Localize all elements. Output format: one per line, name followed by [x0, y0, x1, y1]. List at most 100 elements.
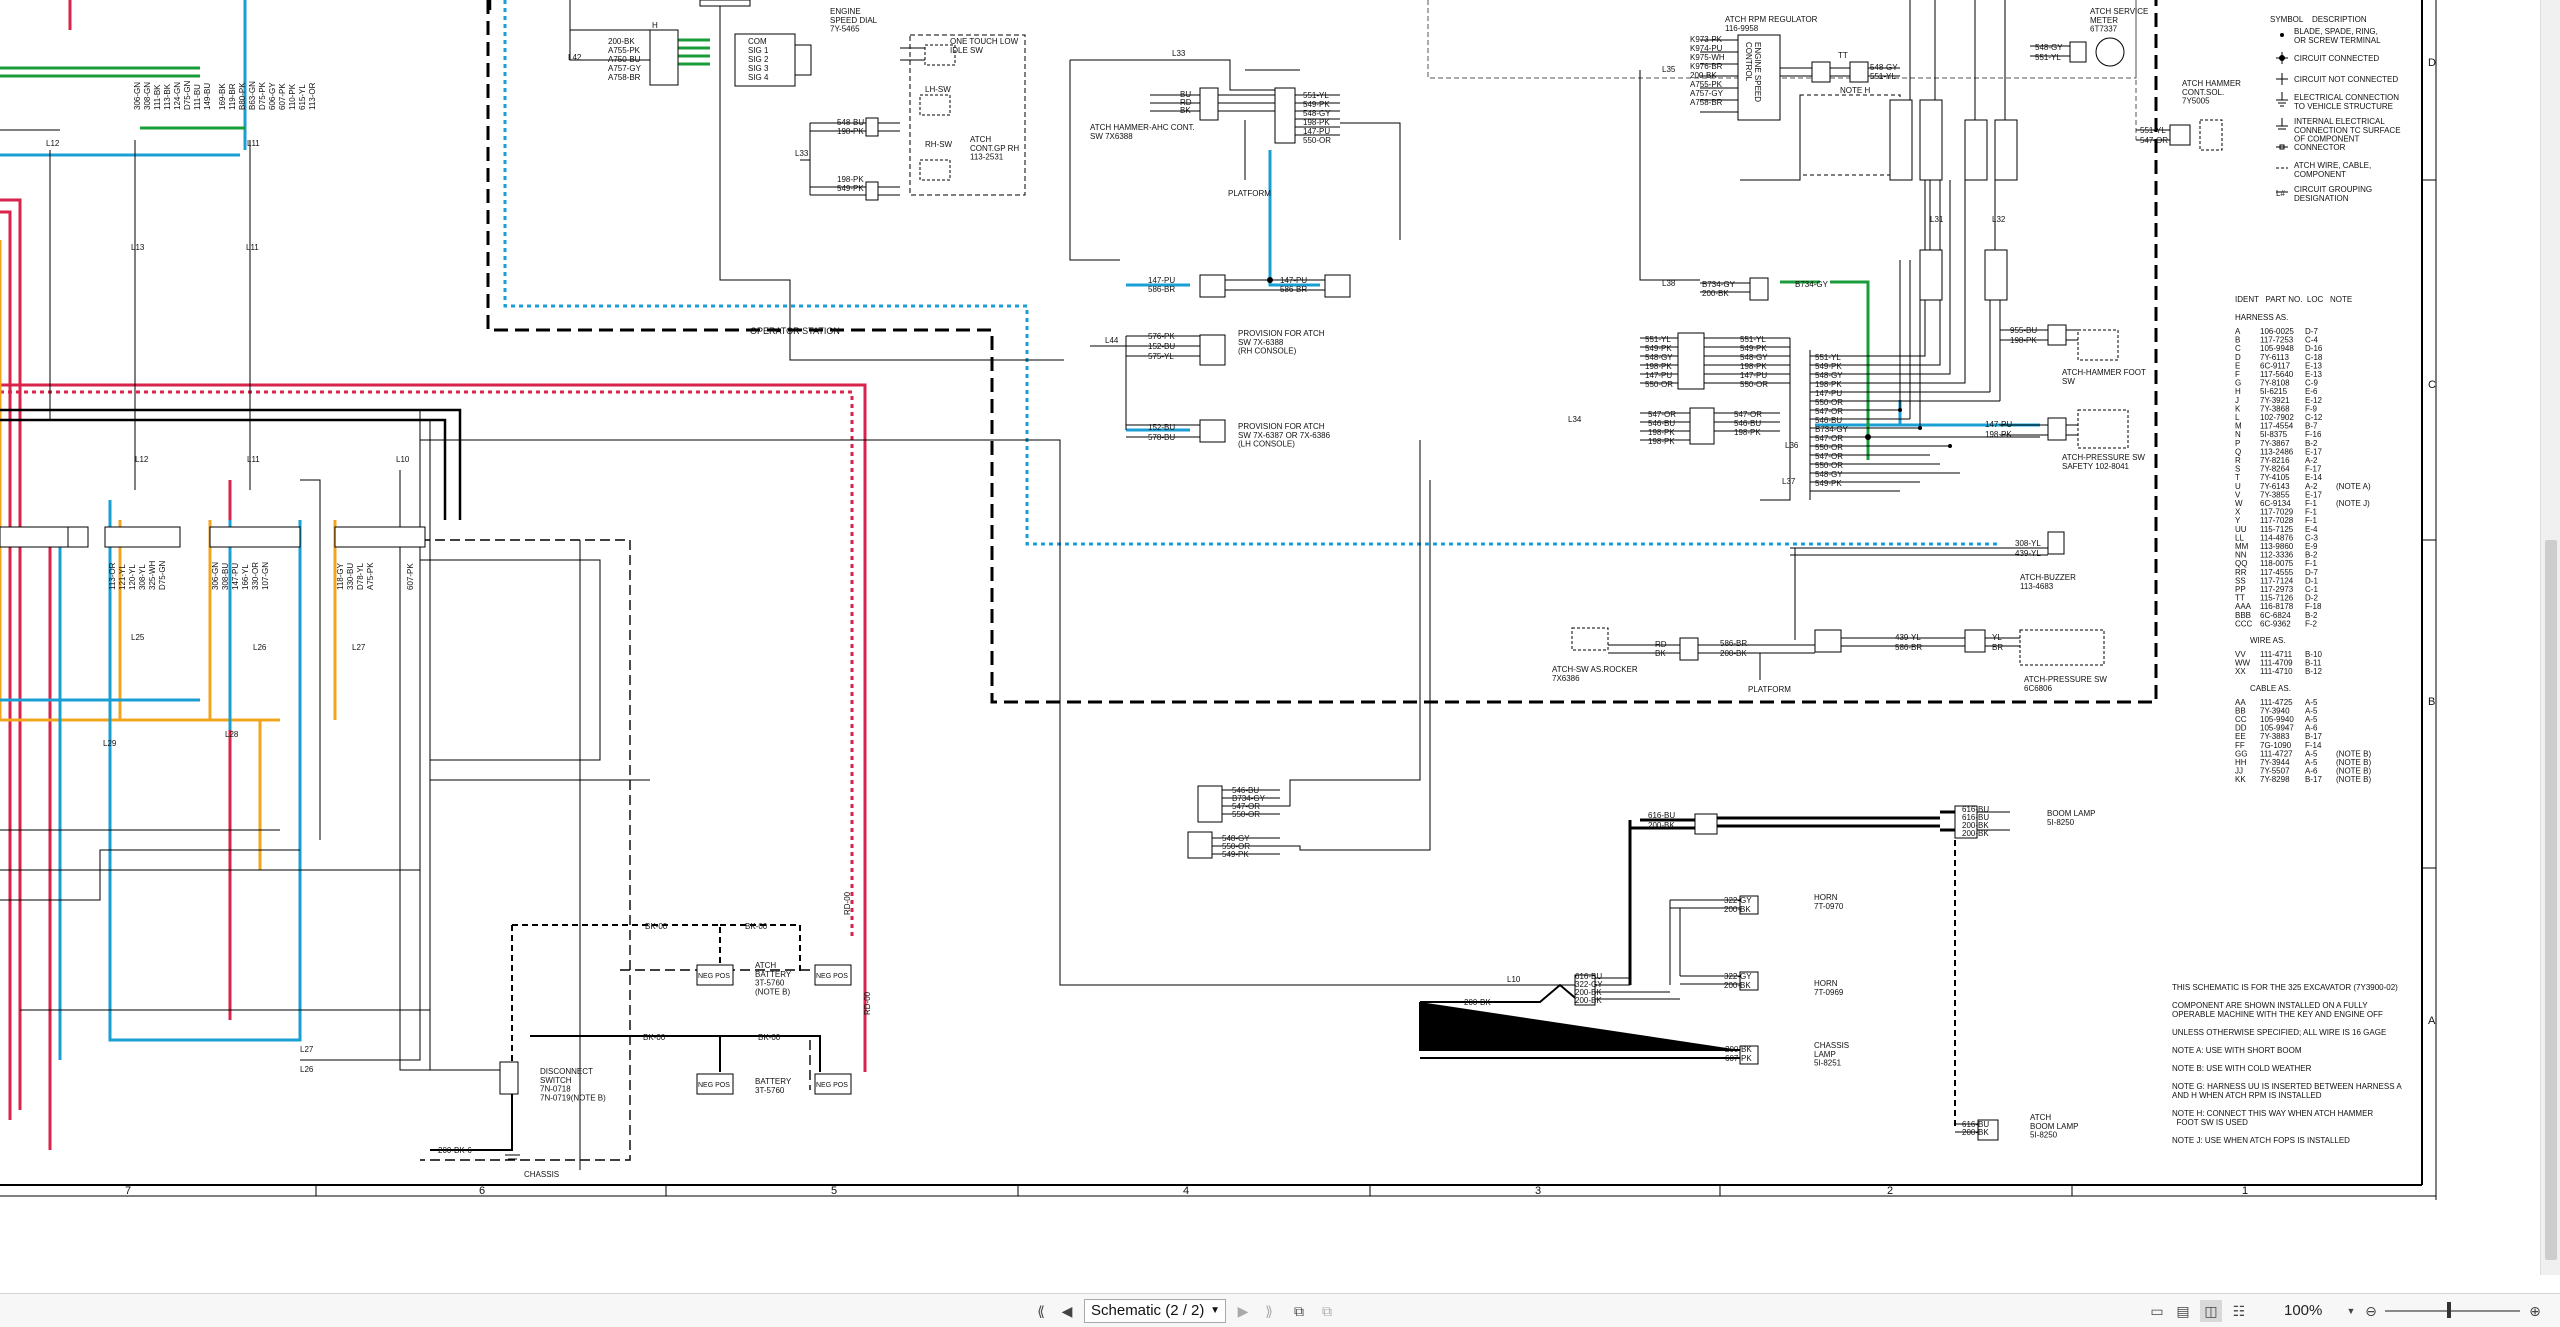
zoom-slider-knob[interactable]	[2447, 1302, 2451, 1318]
bus-wire: 546-BU	[1815, 416, 1842, 425]
harness-wire-label: 113-OR	[308, 82, 317, 110]
harness-wire-label: 124-GN	[173, 82, 182, 110]
battery-label: BATTERY 3T-5760	[755, 1077, 792, 1095]
page-select[interactable]: Schematic (2 / 2) ▼	[1084, 1299, 1226, 1323]
ident-section-title: CABLE AS.	[2250, 684, 2291, 693]
continuous-page-icon[interactable]: ▤	[2172, 1300, 2194, 1322]
facing-continuous-icon[interactable]: ☷	[2228, 1300, 2250, 1322]
col-number: 2	[1887, 1185, 1893, 1197]
harness-wire-label: D78-YL	[356, 562, 365, 590]
wire-label: 575-YL	[1148, 352, 1174, 361]
wire-label: 546-BU	[1734, 419, 1761, 428]
wire-label: 550-OR	[1303, 136, 1331, 145]
wire-label: 198-PK	[1303, 118, 1330, 127]
rotate-alt-icon[interactable]: ⧉	[1316, 1300, 1338, 1322]
hammer-sol-label: ATCH HAMMER CONT.SOL. 7Y5005	[2182, 79, 2241, 106]
wire-label: 578-BU	[1148, 433, 1175, 442]
wire-label: 549-PK	[1645, 344, 1672, 353]
wire-label: 147-PU	[1280, 276, 1307, 285]
wire-label: 200-BK	[1702, 289, 1729, 298]
sig-label: SIG 3	[748, 64, 769, 73]
bus-wire: 548-GY	[1815, 371, 1843, 380]
ident-cell: (NOTE A)	[2336, 482, 2371, 491]
wire-label: 147-PU	[1985, 420, 2012, 429]
last-page-icon[interactable]: ⟫	[1258, 1300, 1280, 1322]
hammer-ahc-label: ATCH HAMMER-AHC CONT. SW 7X6388	[1090, 123, 1195, 141]
harness-wire-label: 607-PK	[278, 83, 287, 110]
note-line: UNLESS OTHERWISE SPECIFIED; ALL WIRE IS …	[2172, 1028, 2386, 1037]
rpm-regulator-label: ATCH RPM REGULATOR 116-9958	[1725, 15, 1818, 33]
row-letter: D	[2428, 57, 2436, 69]
sig-label: SIG 4	[748, 73, 769, 82]
wire-label: 548-BU	[837, 118, 864, 127]
wire-label: 198-PK	[1648, 428, 1675, 437]
wire-label: 547-OR	[1648, 410, 1676, 419]
note-line: THIS SCHEMATIC IS FOR THE 325 EXCAVATOR …	[2172, 983, 2398, 992]
wire-label: 147-PU	[1148, 276, 1175, 285]
one-touch-label: ONE TOUCH LOW IDLE SW	[950, 37, 1019, 55]
bus-wire: 548-GY	[1815, 470, 1843, 479]
harness-wire-label: 149-BU	[203, 83, 212, 110]
wire-label: 550-OR	[1740, 380, 1768, 389]
service-meter-label: ATCH SERVICE METER 6T7337	[2090, 7, 2148, 34]
note-line: NOTE B: USE WITH COLD WEATHER	[2172, 1064, 2312, 1073]
harness-wire-label: 615-YL	[298, 84, 307, 110]
wire-label: 200-BK	[1724, 905, 1751, 914]
ident-table: IDENT PART NO. LOC NOTE HARNESS AS. A 106…	[2235, 295, 2371, 784]
next-page-icon[interactable]: ▶	[1232, 1300, 1254, 1322]
vertical-scrollbar[interactable]	[2540, 0, 2560, 1275]
zoom-in-icon[interactable]: ⊕	[2524, 1300, 2546, 1322]
harness-wire-label: B63-GN	[248, 81, 257, 110]
facing-page-icon[interactable]: ◫	[2200, 1300, 2222, 1322]
rotate-icon[interactable]: ⧉	[1288, 1300, 1310, 1322]
zoom-menu-icon[interactable]: ▼	[2340, 1300, 2362, 1322]
wire-label: 550-OR	[1645, 380, 1673, 389]
vertical-scroll-thumb[interactable]	[2545, 540, 2557, 1260]
wire-label: 548-GY	[1303, 109, 1331, 118]
bus-wire: 550-OR	[1815, 443, 1843, 452]
row-letter: B	[2428, 696, 2435, 708]
ident-cell: XX	[2235, 667, 2246, 676]
wire-label: 152-BU	[1148, 342, 1175, 351]
zoom-slider[interactable]	[2385, 1310, 2520, 1312]
harness-wire-label: D75-PK	[258, 81, 267, 110]
ident-header: IDENT PART NO. LOC NOTE	[2235, 295, 2352, 304]
wire-label: 549-PK	[1222, 850, 1249, 859]
wire-label: 322-GY	[1724, 896, 1752, 905]
harness-wire-label: 107-GN	[261, 562, 270, 590]
zoom-out-icon[interactable]: ⊖	[2360, 1300, 2382, 1322]
prov-rh-label: PROVISION FOR ATCH SW 7X-6388 (RH CONSOLE)	[1238, 329, 1325, 356]
wire-label: RD-00	[843, 891, 852, 915]
atch-boom-lamp-label: ATCH BOOM LAMP 5I-8250	[2030, 1113, 2078, 1140]
col-number: 1	[2242, 1185, 2248, 1197]
group-label: L42	[568, 53, 582, 62]
zoom-value[interactable]: 100%	[2284, 1300, 2322, 1322]
harness-wire-label: 166-YL	[241, 564, 250, 590]
wire-label: BK	[1655, 649, 1666, 658]
document-viewport[interactable]: 7 6 5 4 3 2 1 D C B A OPERATOR STATION 1…	[0, 0, 2560, 1275]
harness-wire-label: 606-GY	[268, 82, 277, 110]
legend-item: CIRCUIT NOT CONNECTED	[2294, 75, 2398, 84]
wire-label: 546-BU	[1648, 419, 1675, 428]
ident-cell: B-12	[2305, 667, 2322, 676]
legend-item: CIRCUIT CONNECTED	[2294, 54, 2379, 63]
single-page-icon[interactable]: ▭	[2146, 1300, 2168, 1322]
wire-label: 200-BK	[1725, 1045, 1752, 1054]
group-label: L11	[247, 455, 260, 464]
legend-item: BLADE, SPADE, RING, OR SCREW TERMINAL	[2294, 27, 2381, 45]
previous-page-icon[interactable]: ◀	[1056, 1300, 1078, 1322]
page-label: Schematic (2 / 2)	[1091, 1302, 1205, 1319]
group-label: L44	[1105, 336, 1119, 345]
legend-header: SYMBOL DESCRIPTION	[2270, 15, 2367, 24]
harness-wire-label: 121-YL	[118, 564, 127, 590]
bus-wire: 551-YL	[1815, 353, 1841, 362]
wire-label: 200-BK	[1962, 1128, 1989, 1137]
wire-label: 147-PU	[1645, 371, 1672, 380]
sig-label: SIG 2	[748, 55, 769, 64]
note-line: NOTE H: CONNECT THIS WAY WHEN ATCH HAMME…	[2172, 1109, 2373, 1127]
harness-wire-label: 169-BK	[218, 83, 227, 110]
first-page-icon[interactable]: ⟪	[1030, 1300, 1052, 1322]
wire-label: 200-BK-6	[438, 1146, 472, 1155]
ident-cell: CCC	[2235, 619, 2253, 628]
neg-pos-label: NEG POS	[816, 1082, 848, 1089]
